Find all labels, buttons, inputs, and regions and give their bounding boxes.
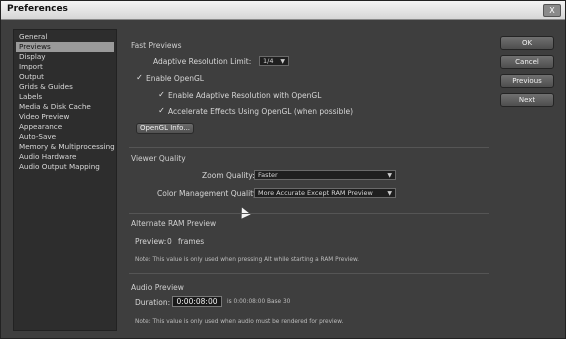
chevron-down-icon: ▼ xyxy=(280,58,285,65)
category-list: General Previews Display Import Output G… xyxy=(13,29,117,331)
enable-adaptive-opengl-checkbox[interactable]: ✓ xyxy=(157,90,166,99)
sidebar-item-labels[interactable]: Labels xyxy=(16,92,114,102)
check-icon: ✓ xyxy=(158,90,165,99)
color-management-select[interactable]: More Accurate Except RAM Preview ▼ xyxy=(254,188,396,198)
alt-ram-note: Note: This value is only used when press… xyxy=(135,257,360,263)
alternate-ram-preview-heading: Alternate RAM Preview xyxy=(131,219,217,228)
audio-preview-heading: Audio Preview xyxy=(131,283,184,292)
adaptive-resolution-value: 1/4 xyxy=(263,57,274,65)
fast-previews-heading: Fast Previews xyxy=(131,41,182,50)
sidebar-item-audio-hardware[interactable]: Audio Hardware xyxy=(16,152,114,162)
preferences-dialog: Preferences X General Previews Display I… xyxy=(0,0,566,339)
check-icon: ✓ xyxy=(136,73,143,82)
chevron-down-icon: ▼ xyxy=(387,190,392,197)
enable-opengl-checkbox[interactable]: ✓ xyxy=(135,73,144,82)
zoom-quality-value: Faster xyxy=(258,171,278,179)
sidebar-item-memory-multiprocessing[interactable]: Memory & Multiprocessing xyxy=(16,142,115,152)
ok-button[interactable]: OK xyxy=(500,36,554,50)
sidebar-item-media-disk-cache[interactable]: Media & Disk Cache xyxy=(16,102,114,112)
enable-opengl-label: Enable OpenGL xyxy=(146,74,204,83)
preview-frames-value[interactable]: 0 xyxy=(167,237,172,246)
duration-field[interactable]: 0:00:08:00 xyxy=(172,296,222,307)
mouse-pointer-icon xyxy=(237,205,251,219)
accelerate-effects-label: Accelerate Effects Using OpenGL (when po… xyxy=(168,107,354,116)
dialog-title: Preferences xyxy=(7,4,68,14)
sidebar-item-display[interactable]: Display xyxy=(16,52,114,62)
sidebar-item-import[interactable]: Import xyxy=(16,62,114,72)
sidebar-item-grids-guides[interactable]: Grids & Guides xyxy=(16,82,114,92)
check-icon: ✓ xyxy=(158,106,165,115)
color-management-label: Color Management Quality: xyxy=(157,189,260,198)
adaptive-resolution-label: Adaptive Resolution Limit: xyxy=(153,57,252,66)
zoom-quality-select[interactable]: Faster ▼ xyxy=(254,170,396,180)
chevron-down-icon: ▼ xyxy=(387,172,392,179)
close-button[interactable]: X xyxy=(543,4,561,17)
zoom-quality-label: Zoom Quality: xyxy=(202,171,255,180)
sidebar-item-previews[interactable]: Previews xyxy=(16,42,114,52)
accelerate-effects-checkbox[interactable]: ✓ xyxy=(157,106,166,115)
preview-label: Preview: xyxy=(135,237,167,246)
title-bar: Preferences X xyxy=(1,1,565,20)
color-management-value: More Accurate Except RAM Preview xyxy=(258,189,373,197)
previous-button[interactable]: Previous xyxy=(500,74,554,88)
next-button[interactable]: Next xyxy=(500,93,554,107)
section-divider xyxy=(129,213,489,214)
viewer-quality-heading: Viewer Quality xyxy=(131,154,186,163)
sidebar-item-appearance[interactable]: Appearance xyxy=(16,122,114,132)
opengl-info-button[interactable]: OpenGL Info... xyxy=(136,123,194,134)
duration-label: Duration: xyxy=(135,298,171,307)
sidebar-item-video-preview[interactable]: Video Preview xyxy=(16,112,114,122)
frames-label: frames xyxy=(178,237,205,246)
section-divider xyxy=(129,147,489,148)
cancel-button[interactable]: Cancel xyxy=(500,55,554,69)
section-divider xyxy=(129,273,489,274)
audio-preview-note: Note: This value is only used when audio… xyxy=(135,319,344,325)
sidebar-item-general[interactable]: General xyxy=(16,32,114,42)
enable-adaptive-opengl-label: Enable Adaptive Resolution with OpenGL xyxy=(168,91,322,100)
sidebar-item-output[interactable]: Output xyxy=(16,72,114,82)
adaptive-resolution-select[interactable]: 1/4 ▼ xyxy=(259,56,289,66)
duration-info: is 0:00:08:00 Base 30 xyxy=(227,299,291,305)
sidebar-item-audio-output-mapping[interactable]: Audio Output Mapping xyxy=(16,162,114,172)
sidebar-item-auto-save[interactable]: Auto-Save xyxy=(16,132,114,142)
